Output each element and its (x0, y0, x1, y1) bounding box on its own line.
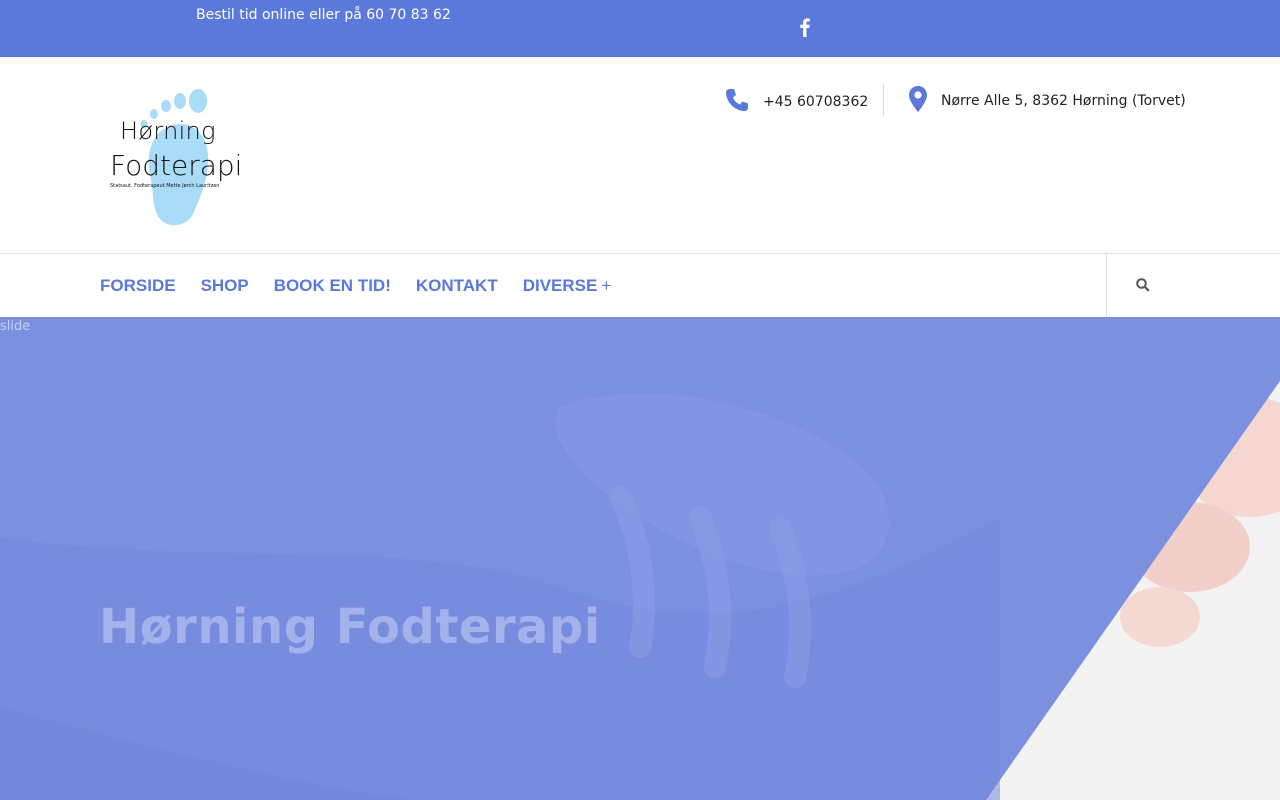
hero-title: Hørning Fodterapi (99, 599, 601, 655)
hero-background (0, 317, 1280, 800)
nav-item-diverse[interactable]: DIVERSE + (523, 276, 612, 296)
logo-text-line1: Hørning (120, 117, 216, 145)
logo-text-line2: Fodterapi (110, 149, 243, 182)
map-pin-icon (908, 85, 928, 117)
phone-icon (724, 87, 750, 117)
contact-divider (883, 84, 884, 116)
nav-item-shop[interactable]: SHOP (201, 276, 249, 296)
nav-divider (1106, 254, 1107, 317)
facebook-icon[interactable] (797, 16, 813, 38)
nav-item-diverse-label: DIVERSE (522, 275, 598, 295)
hero-slider: slide Hørning Fodterapi (0, 317, 1280, 800)
site-header: Hørning Fodterapi Statsaut. Fodterapeut … (0, 57, 1280, 254)
header-address[interactable]: Nørre Alle 5, 8362 Hørning (Torvet) (908, 85, 1186, 117)
phone-number: +45 60708362 (763, 94, 869, 110)
site-logo[interactable]: Hørning Fodterapi Statsaut. Fodterapeut … (108, 87, 248, 229)
header-phone[interactable]: +45 60708362 (724, 87, 868, 117)
submenu-plus-icon: + (601, 275, 612, 295)
booking-info-text: Bestil tid online eller på 60 70 83 62 (196, 7, 451, 23)
nav-menu: FORSIDE SHOP BOOK EN TID! KONTAKT DIVERS… (100, 254, 636, 317)
nav-item-kontakt[interactable]: KONTAKT (416, 276, 498, 296)
top-bar: Bestil tid online eller på 60 70 83 62 (0, 0, 1280, 57)
logo-subtitle: Statsaut. Fodterapeut Mette Jørch Laurit… (110, 183, 220, 189)
search-icon[interactable] (1134, 276, 1152, 294)
nav-item-book-en-tid[interactable]: BOOK EN TID! (274, 276, 391, 296)
address-text: Nørre Alle 5, 8362 Hørning (Torvet) (941, 93, 1186, 109)
main-navigation: FORSIDE SHOP BOOK EN TID! KONTAKT DIVERS… (0, 254, 1280, 317)
nav-item-forside[interactable]: FORSIDE (100, 276, 176, 296)
broken-slide-image: slide (0, 319, 31, 334)
